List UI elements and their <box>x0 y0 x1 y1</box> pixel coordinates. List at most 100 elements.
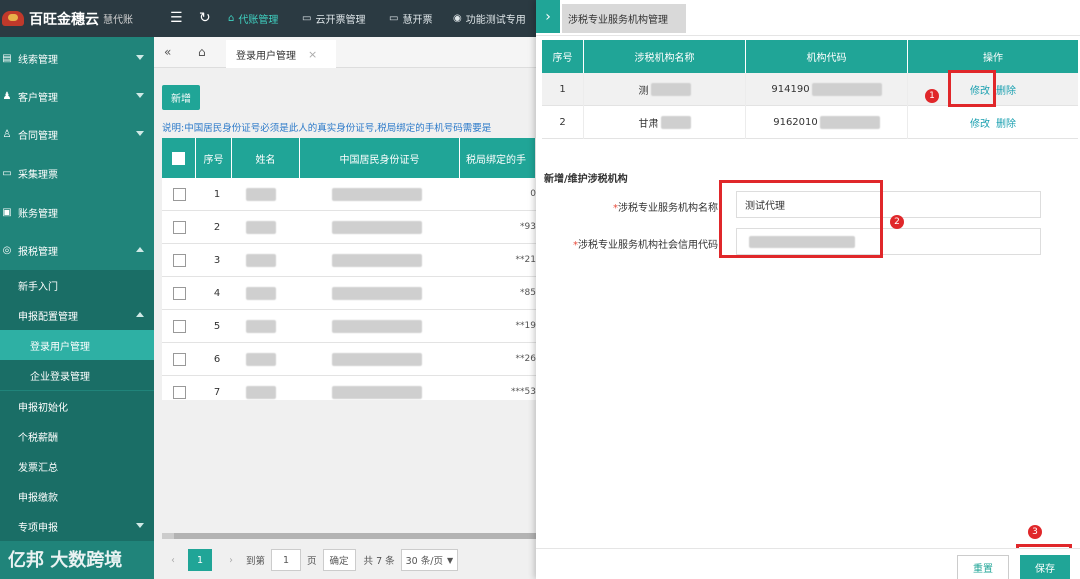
agency-code-label-text: 涉税专业服务机构社会信用代码 <box>578 240 718 251</box>
sidebar-item-account[interactable]: ▣ 账务管理 <box>0 193 154 231</box>
close-icon[interactable]: × <box>308 48 317 61</box>
header-phone: 税局绑定的手 <box>460 138 536 178</box>
scrollbar-thumb[interactable] <box>174 533 536 539</box>
topnav-item-daizhang[interactable]: ⌂ 代账管理 <box>228 0 278 37</box>
row-no: 3 <box>213 255 221 266</box>
sidebar-sub-special[interactable]: 专项申报 <box>0 511 154 541</box>
prev-page-icon[interactable]: ‹ <box>162 549 184 571</box>
edit-link[interactable]: 修改 <box>970 115 990 130</box>
clue-icon: ▤ <box>2 52 12 64</box>
redacted-name <box>660 116 691 129</box>
redacted-name <box>246 254 276 267</box>
row-no: 7 <box>213 387 221 398</box>
highlight-box-form <box>719 180 883 258</box>
reset-button[interactable]: 重置 <box>957 555 1009 579</box>
contract-icon: ♙ <box>2 128 12 140</box>
sidebar-sub-login-users[interactable]: 登录用户管理 <box>0 330 154 360</box>
panel-tab[interactable]: 涉税专业服务机构管理 <box>562 4 686 33</box>
menu-toggle-icon[interactable]: ☰ <box>170 10 183 26</box>
sidebar-item-label: 线索管理 <box>18 54 58 66</box>
row-no: 5 <box>213 321 221 332</box>
redacted-id <box>332 221 422 234</box>
sidebar-item-contract[interactable]: ♙ 合同管理 <box>0 115 154 153</box>
table-row[interactable]: 1 测 914190 修改 删除 <box>542 73 1078 106</box>
logo-sub: 慧代账 <box>103 15 133 26</box>
sidebar-sub-personal-tax[interactable]: 个税薪酬 <box>0 421 154 451</box>
table-row[interactable]: 3 **21 <box>162 244 536 277</box>
sidebar-item-clue[interactable]: ▤ 线索管理 <box>0 39 154 77</box>
topnav-item-test[interactable]: ◉ 功能测试专用 <box>453 0 526 37</box>
redacted-id <box>332 320 422 333</box>
sidebar-sub-label: 新手入门 <box>18 281 58 293</box>
tab-bar: « ⌂ 登录用户管理 × <box>154 37 536 68</box>
table-row[interactable]: 2 甘肃 9162010 修改 删除 <box>542 106 1078 139</box>
topnav-item-cloud-invoice[interactable]: ▭ 云开票管理 <box>302 0 365 37</box>
collapse-left-icon[interactable]: « <box>164 45 171 59</box>
redacted-name <box>650 83 691 96</box>
agency-code-label: *涉税专业服务机构社会信用代码 <box>573 236 718 251</box>
row-phone-tail: **26 <box>515 354 536 364</box>
table-row[interactable]: 5 **19 <box>162 310 536 343</box>
page-size-select[interactable]: 30 条/页 ▼ <box>400 549 459 571</box>
row-checkbox[interactable] <box>173 320 186 333</box>
delete-link[interactable]: 删除 <box>996 82 1016 97</box>
row-checkbox[interactable] <box>173 188 186 201</box>
select-all-checkbox[interactable] <box>172 151 185 165</box>
table-row[interactable]: 2 *93 <box>162 211 536 244</box>
agency-name-text: 甘肃 <box>638 119 659 130</box>
pagination: ‹ 1 › 到第 1 页 确定 共 7 条 30 条/页 ▼ <box>162 547 536 573</box>
sidebar-sub-label: 专项申报 <box>18 522 58 534</box>
topnav-label: 功能测试专用 <box>465 15 526 26</box>
delete-link[interactable]: 删除 <box>996 115 1016 130</box>
sidebar-sub-label: 申报初始化 <box>18 402 68 414</box>
sidebar-sub-declare-init[interactable]: 申报初始化 <box>0 391 154 421</box>
tab-login-users[interactable]: 登录用户管理 × <box>226 40 336 68</box>
horizontal-scrollbar[interactable] <box>162 533 536 539</box>
sidebar-sub-enterprise-login[interactable]: 企业登录管理 <box>0 360 154 390</box>
app-logo[interactable]: 百旺金穗云 慧代账 <box>0 0 154 37</box>
new-button[interactable]: 新增 <box>162 85 200 110</box>
table-row[interactable]: 7 ***53 <box>162 376 536 400</box>
row-checkbox[interactable] <box>173 386 186 399</box>
sidebar-sub-declare-pay[interactable]: 申报缴款 <box>0 481 154 511</box>
step-badge-3: 3 <box>1028 525 1042 539</box>
confirm-page-button[interactable]: 确定 <box>322 549 356 571</box>
agency-name-label: *涉税专业服务机构名称 <box>613 199 718 214</box>
next-page-icon[interactable]: › <box>220 549 242 571</box>
table-row[interactable]: 4 *85 <box>162 277 536 310</box>
sidebar-item-customer[interactable]: ♟ 客户管理 <box>0 77 154 115</box>
sidebar-item-label: 客户管理 <box>18 92 58 104</box>
sidebar-item-tax[interactable]: ◎ 报税管理 <box>0 231 154 269</box>
topnav-item-hui-invoice[interactable]: ▭ 慧开票 <box>389 0 432 37</box>
row-checkbox[interactable] <box>173 353 186 366</box>
redacted-name <box>246 287 276 300</box>
row-checkbox[interactable] <box>173 254 186 267</box>
redacted-name <box>246 320 276 333</box>
collect-icon: ▭ <box>2 167 12 179</box>
chevron-right-icon[interactable]: › <box>536 0 560 33</box>
home-icon: ⌂ <box>228 13 235 24</box>
row-no: 1 <box>213 189 221 200</box>
agency-name-label-text: 涉税专业服务机构名称 <box>618 203 718 214</box>
chevron-down-icon <box>136 55 144 60</box>
agency-name-text: 测 <box>638 86 649 97</box>
agency-code-text: 9162010 <box>773 117 818 128</box>
row-agency-code: 9162010 <box>746 106 908 139</box>
home-icon[interactable]: ⌂ <box>198 45 206 59</box>
account-icon: ▣ <box>2 206 12 218</box>
table-row[interactable]: 1 0 <box>162 178 536 211</box>
page-input[interactable]: 1 <box>271 549 302 571</box>
sidebar-sub-label: 申报缴款 <box>18 492 58 504</box>
current-page[interactable]: 1 <box>188 549 212 571</box>
save-button[interactable]: 保存 <box>1020 555 1070 579</box>
sidebar-item-collect[interactable]: ▭ 采集理票 <box>0 154 154 192</box>
sidebar-sub-beginner[interactable]: 新手入门 <box>0 270 154 300</box>
sidebar-sub-invoice-summary[interactable]: 发票汇总 <box>0 451 154 481</box>
sidebar-sub-declare-config[interactable]: 申报配置管理 <box>0 300 154 330</box>
row-no: 2 <box>213 222 221 233</box>
chevron-down-icon <box>136 93 144 98</box>
refresh-icon[interactable]: ↻ <box>199 10 211 26</box>
table-row[interactable]: 6 **26 <box>162 343 536 376</box>
row-checkbox[interactable] <box>173 221 186 234</box>
row-checkbox[interactable] <box>173 287 186 300</box>
